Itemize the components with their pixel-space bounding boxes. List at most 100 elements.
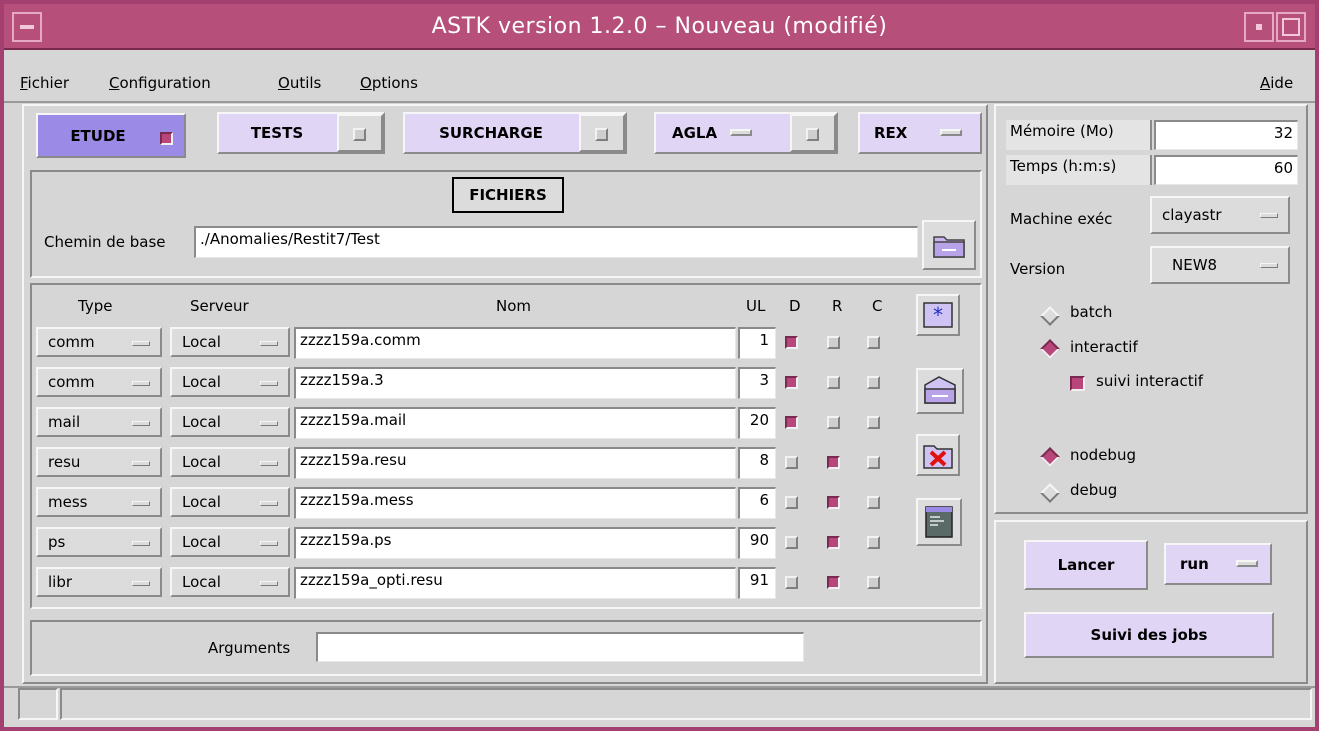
tab-agla-toggle[interactable] (790, 114, 836, 152)
row-c-checkbox[interactable] (867, 376, 880, 389)
col-header-nom: Nom (496, 297, 532, 315)
row-type-select[interactable]: mess (36, 487, 162, 517)
row-nom-input[interactable]: zzzz159a.mail (294, 407, 736, 439)
row-ul-input[interactable]: 3 (738, 367, 776, 399)
run-select-value: run (1180, 555, 1209, 573)
open-folder-button[interactable] (916, 368, 964, 414)
tab-tests-checkbox[interactable] (353, 128, 366, 141)
title-bar[interactable]: ASTK version 1.2.0 – Nouveau (modifié) (4, 4, 1315, 50)
arguments-input[interactable] (316, 632, 804, 662)
memoire-input[interactable]: 32 (1154, 120, 1298, 150)
row-serveur-select[interactable]: Local (170, 447, 290, 477)
row-d-checkbox[interactable] (785, 536, 798, 549)
tab-surcharge-toggle[interactable] (579, 114, 625, 152)
suivi-jobs-label: Suivi des jobs (1090, 626, 1208, 644)
row-type-select[interactable]: ps (36, 527, 162, 557)
row-c-checkbox[interactable] (867, 576, 880, 589)
row-d-checkbox[interactable] (785, 416, 798, 429)
tab-surcharge[interactable]: SURCHARGE (403, 112, 627, 154)
tab-rex[interactable]: REX (858, 112, 982, 154)
row-nom-input[interactable]: zzzz159a.3 (294, 367, 736, 399)
tab-surcharge-checkbox[interactable] (595, 128, 608, 141)
row-serveur-value: Local (182, 533, 221, 551)
row-r-checkbox[interactable] (827, 376, 840, 389)
version-label: Version (1010, 260, 1066, 278)
row-type-select[interactable]: libr (36, 567, 162, 597)
menu-fichier[interactable]: Fichier (20, 74, 69, 92)
tab-etude[interactable]: ETUDE (36, 113, 186, 158)
lancer-label: Lancer (1057, 556, 1115, 574)
row-ul-input[interactable]: 6 (738, 487, 776, 519)
row-serveur-select[interactable]: Local (170, 367, 290, 397)
row-c-checkbox[interactable] (867, 456, 880, 469)
row-nom-input[interactable]: zzzz159a.ps (294, 527, 736, 559)
suivi-interactif-checkbox[interactable] (1070, 376, 1085, 391)
row-serveur-select[interactable]: Local (170, 487, 290, 517)
row-c-checkbox[interactable] (867, 536, 880, 549)
row-nom-input[interactable]: zzzz159a.comm (294, 327, 736, 359)
version-select[interactable]: NEW8 (1150, 246, 1290, 284)
row-d-checkbox[interactable] (785, 576, 798, 589)
menu-aide[interactable]: Aide (1260, 74, 1293, 92)
tab-agla-checkbox[interactable] (806, 128, 819, 141)
suivi-jobs-button[interactable]: Suivi des jobs (1024, 612, 1274, 658)
open-folder-icon (924, 376, 956, 404)
lancer-button[interactable]: Lancer (1024, 540, 1148, 590)
maximize-button[interactable] (1276, 12, 1306, 42)
row-c-checkbox[interactable] (867, 416, 880, 429)
tab-agla-label: AGLA (672, 124, 718, 142)
tab-etude-checkbox[interactable] (160, 132, 173, 145)
row-nom-input[interactable]: zzzz159a_opti.resu (294, 567, 736, 599)
browse-folder-button[interactable] (922, 220, 976, 270)
run-select[interactable]: run (1164, 543, 1272, 585)
arguments-label: Arguments (208, 639, 291, 657)
row-d-checkbox[interactable] (785, 456, 798, 469)
tab-agla[interactable]: AGLA (654, 112, 838, 154)
terminal-button[interactable] (916, 498, 962, 546)
row-type-select[interactable]: mail (36, 407, 162, 437)
type-dropdown-icon (132, 581, 150, 586)
minimize-button[interactable] (1244, 12, 1274, 42)
menu-outils[interactable]: Outils (278, 74, 321, 92)
run-dropdown-icon (1236, 560, 1258, 567)
row-ul-input[interactable]: 20 (738, 407, 776, 439)
row-c-checkbox[interactable] (867, 496, 880, 509)
row-type-select[interactable]: comm (36, 367, 162, 397)
row-r-checkbox[interactable] (827, 576, 840, 589)
row-r-checkbox[interactable] (827, 496, 840, 509)
row-nom-input[interactable]: zzzz159a.mess (294, 487, 736, 519)
row-serveur-select[interactable]: Local (170, 527, 290, 557)
row-r-checkbox[interactable] (827, 536, 840, 549)
row-ul-input[interactable]: 1 (738, 327, 776, 359)
row-c-checkbox[interactable] (867, 336, 880, 349)
row-ul-input[interactable]: 8 (738, 447, 776, 479)
delete-file-button[interactable] (916, 434, 960, 476)
row-ul-input[interactable]: 90 (738, 527, 776, 559)
menu-options[interactable]: Options (360, 74, 418, 92)
row-r-checkbox[interactable] (827, 416, 840, 429)
menu-configuration[interactable]: Configuration (109, 74, 211, 92)
row-type-select[interactable]: resu (36, 447, 162, 477)
new-file-button[interactable]: * (916, 294, 960, 336)
tab-rex-dropdown-icon[interactable] (940, 129, 962, 136)
row-r-checkbox[interactable] (827, 456, 840, 469)
tab-tests[interactable]: TESTS (217, 112, 385, 154)
machine-select[interactable]: clayastr (1150, 196, 1290, 234)
row-serveur-select[interactable]: Local (170, 567, 290, 597)
tab-tests-toggle[interactable] (337, 114, 383, 152)
row-nom-input[interactable]: zzzz159a.resu (294, 447, 736, 479)
row-d-checkbox[interactable] (785, 496, 798, 509)
row-serveur-select[interactable]: Local (170, 327, 290, 357)
row-d-checkbox[interactable] (785, 336, 798, 349)
row-serveur-value: Local (182, 413, 221, 431)
row-r-checkbox[interactable] (827, 336, 840, 349)
temps-input[interactable]: 60 (1154, 155, 1298, 185)
row-d-checkbox[interactable] (785, 376, 798, 389)
chemin-input[interactable]: ./Anomalies/Restit7/Test (194, 226, 918, 258)
tab-agla-dropdown-icon[interactable] (730, 129, 752, 136)
row-ul-input[interactable]: 91 (738, 567, 776, 599)
row-serveur-select[interactable]: Local (170, 407, 290, 437)
interactif-label: interactif (1070, 338, 1138, 356)
row-type-select[interactable]: comm (36, 327, 162, 357)
type-dropdown-icon (132, 381, 150, 386)
